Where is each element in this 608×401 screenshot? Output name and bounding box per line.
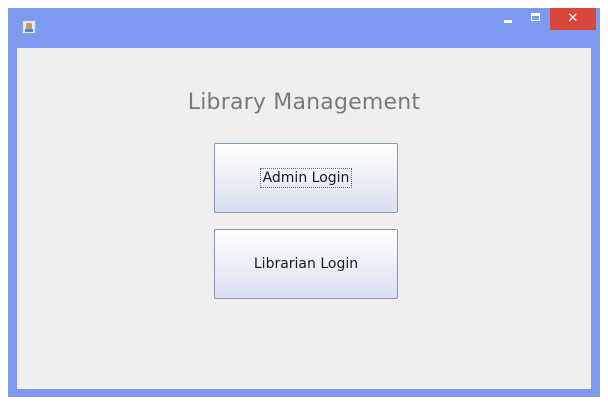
minimize-icon — [504, 20, 512, 23]
admin-login-label: Admin Login — [259, 168, 353, 188]
admin-login-button[interactable]: Admin Login — [214, 143, 398, 213]
page-title: Library Management — [187, 90, 421, 115]
librarian-login-label: Librarian Login — [253, 256, 359, 272]
librarian-login-button[interactable]: Librarian Login — [214, 229, 398, 299]
minimize-button[interactable] — [494, 8, 522, 30]
maximize-icon — [531, 13, 540, 21]
maximize-button[interactable] — [522, 8, 550, 30]
close-button[interactable]: ✕ — [550, 8, 596, 30]
close-icon: ✕ — [567, 11, 579, 26]
java-cup-icon[interactable] — [22, 20, 36, 34]
content-panel: Library Management Admin Login Librarian… — [17, 48, 591, 389]
title-bar[interactable]: ✕ — [8, 8, 600, 48]
app-window: ✕ Library Management Admin Login Librari… — [8, 8, 600, 397]
